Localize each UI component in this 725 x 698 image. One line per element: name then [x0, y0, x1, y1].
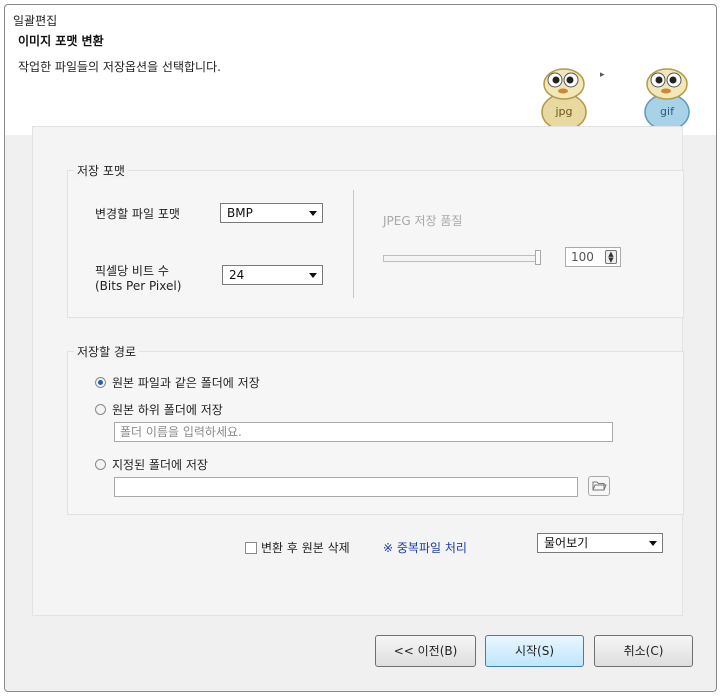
custom-folder-path-input[interactable]: [114, 477, 578, 497]
radio-button[interactable]: [95, 459, 106, 470]
arrow-right-icon: ▸: [600, 70, 605, 80]
chevron-down-icon: [649, 541, 657, 546]
radio-sub-folder[interactable]: 원본 하위 폴더에 저장: [95, 401, 223, 418]
file-format-label: 변경할 파일 포맷: [95, 207, 180, 221]
chevron-down-icon: [309, 273, 317, 278]
spinner-arrows-icon[interactable]: ▲ ▼: [605, 250, 617, 264]
dialog-header: [5, 35, 716, 135]
duplicate-handling-select[interactable]: 물어보기: [537, 533, 663, 553]
bpp-label-line1: 픽셀당 비트 수: [95, 264, 169, 278]
radio-button[interactable]: [95, 404, 106, 415]
radio-same-folder[interactable]: 원본 파일과 같은 폴더에 저장: [95, 374, 260, 391]
save-format-group: [67, 170, 684, 318]
chevron-down-icon: [309, 211, 317, 216]
save-path-group-title: 저장할 경로: [74, 343, 140, 360]
delete-original-checkbox[interactable]: [245, 541, 257, 554]
window-title: 일괄편집: [13, 14, 58, 28]
browse-folder-button[interactable]: [588, 476, 610, 496]
title-bar[interactable]: 일괄편집: [5, 5, 716, 35]
radio-sub-folder-label: 원본 하위 폴더에 저장: [112, 403, 223, 417]
jpeg-quality-slider-track[interactable]: [383, 255, 540, 262]
delete-original-checkbox-row[interactable]: 변환 후 원본 삭제: [245, 539, 350, 556]
radio-button[interactable]: [95, 377, 106, 388]
bpp-select[interactable]: 24: [222, 265, 323, 285]
jpeg-quality-label: JPEG 저장 품질: [383, 214, 463, 228]
delete-original-label: 변환 후 원본 삭제: [261, 541, 350, 555]
open-folder-icon: [592, 481, 607, 491]
format-divider: [353, 190, 354, 298]
jpeg-quality-spinner[interactable]: 100 ▲ ▼: [565, 247, 621, 267]
radio-custom-folder[interactable]: 지정된 폴더에 저장: [95, 456, 208, 473]
radio-same-folder-label: 원본 파일과 같은 폴더에 저장: [112, 376, 260, 390]
save-format-group-title: 저장 포맷: [74, 162, 128, 179]
cancel-button[interactable]: 취소(C): [594, 635, 693, 667]
gif-mascot-label: gif: [660, 105, 675, 118]
start-button[interactable]: 시작(S): [485, 635, 584, 667]
bpp-value: 24: [229, 268, 245, 282]
jpg-mascot-label: jpg: [554, 105, 572, 118]
header-title: 이미지 포맷 변환: [18, 34, 104, 48]
file-format-select[interactable]: BMP: [220, 203, 323, 223]
duplicate-file-label: ※ 중복파일 처리: [383, 541, 467, 555]
gif-mascot-icon: gif: [638, 62, 696, 132]
header-subtitle: 작업한 파일들의 저장옵션을 선택합니다.: [18, 60, 221, 74]
radio-custom-folder-label: 지정된 폴더에 저장: [112, 458, 208, 472]
jpeg-quality-value: 100: [571, 250, 594, 264]
file-format-value: BMP: [227, 206, 253, 220]
bpp-label-line2: (Bits Per Pixel): [95, 279, 182, 293]
subfolder-placeholder: 폴더 이름을 입력하세요.: [120, 425, 242, 439]
subfolder-name-input[interactable]: 폴더 이름을 입력하세요.: [114, 422, 613, 442]
prev-button[interactable]: << 이전(B): [375, 635, 476, 667]
jpg-mascot-icon: jpg: [535, 62, 593, 132]
duplicate-handling-value: 물어보기: [544, 536, 589, 550]
jpeg-quality-slider-thumb[interactable]: [535, 250, 541, 265]
